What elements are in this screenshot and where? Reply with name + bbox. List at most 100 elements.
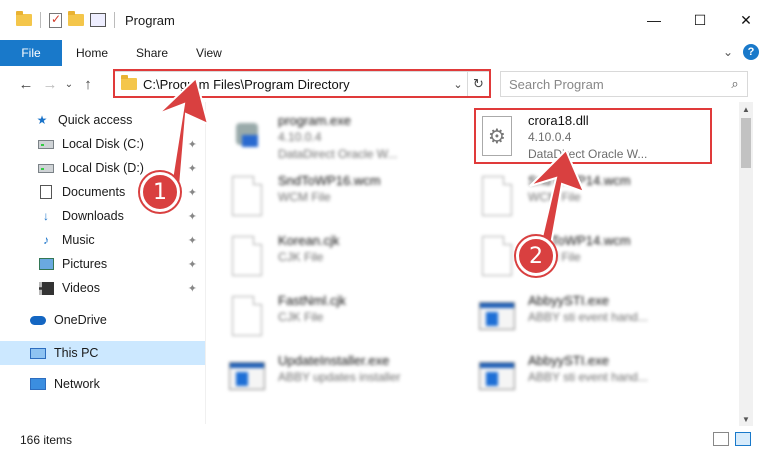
navigation-bar: ← → ⌄ ↑ C:\Program Files\Program Directo… bbox=[0, 66, 769, 102]
file-item[interactable]: Korean.cjk CJK File bbox=[226, 228, 476, 286]
close-button[interactable]: ✕ bbox=[723, 0, 769, 40]
file-description: ABBY sti event hand... bbox=[528, 370, 648, 384]
address-bar[interactable]: C:\Program Files\Program Directory ⌄ ↻ bbox=[114, 71, 490, 97]
window-title: Program bbox=[125, 12, 175, 28]
search-box[interactable]: Search Program ⌕ bbox=[500, 71, 748, 97]
sidebar-item-downloads[interactable]: ↓ Downloads ✦ bbox=[0, 204, 205, 228]
expand-ribbon-icon[interactable]: ⌄ bbox=[723, 45, 733, 59]
sidebar-item-label: This PC bbox=[54, 346, 99, 360]
maximize-button[interactable]: ☐ bbox=[677, 0, 723, 40]
folder-icon[interactable] bbox=[16, 11, 32, 26]
sidebar-item-videos[interactable]: Videos ✦ bbox=[0, 276, 205, 300]
refresh-button[interactable]: ↻ bbox=[467, 72, 489, 96]
sidebar-item-onedrive[interactable]: OneDrive bbox=[0, 308, 205, 332]
pin-icon[interactable]: ✦ bbox=[188, 258, 197, 271]
recent-locations-button[interactable]: ⌄ bbox=[62, 79, 76, 90]
up-button[interactable]: ↑ bbox=[76, 76, 100, 93]
quick-access-toolbar bbox=[0, 11, 117, 28]
search-icon[interactable]: ⌕ bbox=[723, 76, 747, 92]
sidebar-item-pictures[interactable]: Pictures ✦ bbox=[0, 252, 205, 276]
onedrive-icon bbox=[30, 313, 46, 327]
file-list: program.exe 4.10.0.4 DataDirect Oracle W… bbox=[214, 102, 738, 426]
file-name: UpdateInstaller.exe bbox=[278, 353, 390, 368]
minimize-button[interactable]: — bbox=[631, 0, 677, 40]
title-bar: Program — ☐ ✕ bbox=[0, 0, 769, 40]
file-description: ABBY sti event hand... bbox=[528, 310, 648, 324]
details-view-icon[interactable] bbox=[713, 432, 729, 446]
status-bar: 166 items bbox=[0, 428, 769, 452]
sidebar-item-local-disk-d[interactable]: Local Disk (D:) ✦ bbox=[0, 156, 205, 180]
file-item[interactable]: SndToWP16.wcm WCM File bbox=[226, 168, 476, 226]
forward-button[interactable]: → bbox=[38, 76, 62, 93]
app-icon bbox=[476, 352, 518, 400]
pin-icon[interactable]: ✦ bbox=[188, 186, 197, 199]
chevron-down-icon[interactable]: ⌄ bbox=[449, 78, 467, 91]
file-item[interactable]: FastNml.cjk CJK File bbox=[226, 288, 476, 346]
pin-icon[interactable]: ✦ bbox=[188, 234, 197, 247]
pane-divider[interactable] bbox=[205, 102, 206, 424]
file-name: SndToWP16.wcm bbox=[278, 173, 381, 188]
file-item[interactable]: SndToWP14.wcm WCM File bbox=[476, 228, 726, 286]
scroll-thumb[interactable] bbox=[741, 118, 751, 168]
this-pc-icon bbox=[30, 346, 46, 360]
file-type: CJK File bbox=[278, 250, 324, 264]
file-description: DataDirect Oracle W... bbox=[278, 147, 398, 161]
dll-gear-icon: ⚙ bbox=[476, 112, 518, 160]
tab-view[interactable]: View bbox=[182, 40, 236, 66]
new-folder-icon[interactable] bbox=[68, 11, 84, 26]
back-button[interactable]: ← bbox=[14, 76, 38, 93]
address-path[interactable]: C:\Program Files\Program Directory bbox=[143, 77, 449, 92]
sidebar-item-this-pc[interactable]: This PC bbox=[0, 341, 205, 365]
sidebar-item-label: Documents bbox=[62, 185, 126, 199]
file-item[interactable]: AbbyySTI.exe ABBY sti event hand... bbox=[476, 288, 726, 346]
ribbon: File Home Share View ⌄ ? bbox=[0, 40, 769, 66]
search-input[interactable]: Search Program bbox=[509, 77, 723, 92]
view-buttons bbox=[713, 432, 751, 446]
customize-toolbar-icon[interactable] bbox=[90, 13, 106, 27]
sidebar-item-label: Pictures bbox=[62, 257, 108, 271]
navigation-pane: ★ Quick access Local Disk (C:) ✦ Local D… bbox=[0, 104, 205, 426]
file-icon bbox=[226, 172, 268, 220]
file-item-crora18-dll[interactable]: ⚙ crora18.dll 4.10.0.4 DataDirect Oracle… bbox=[476, 108, 726, 166]
tiles-view-icon[interactable] bbox=[735, 432, 751, 446]
network-icon bbox=[30, 377, 46, 391]
sidebar-item-label: Local Disk (C:) bbox=[62, 137, 144, 151]
vertical-scrollbar[interactable]: ▲ ▼ bbox=[739, 102, 753, 426]
file-name: crora18.dll bbox=[528, 113, 589, 128]
documents-icon bbox=[38, 185, 54, 199]
tab-share[interactable]: Share bbox=[122, 40, 182, 66]
file-version: 4.10.0.4 bbox=[278, 130, 322, 144]
tab-file[interactable]: File bbox=[0, 40, 62, 66]
sidebar-item-quick-access[interactable]: ★ Quick access bbox=[0, 108, 205, 132]
window-controls: — ☐ ✕ bbox=[631, 0, 769, 40]
file-name: SndToWP14.wcm bbox=[528, 173, 631, 188]
help-icon[interactable]: ? bbox=[743, 44, 759, 60]
tab-home[interactable]: Home bbox=[62, 40, 122, 66]
file-item[interactable]: SndToWP14.wcm WCM File bbox=[476, 168, 726, 226]
scroll-up-icon[interactable]: ▲ bbox=[739, 102, 753, 116]
file-name: AbbyySTI.exe bbox=[528, 353, 609, 368]
file-type: CJK File bbox=[278, 310, 324, 324]
sidebar-item-music[interactable]: ♪ Music ✦ bbox=[0, 228, 205, 252]
sidebar-item-network[interactable]: Network bbox=[0, 372, 205, 396]
file-name: program.exe bbox=[278, 113, 351, 128]
sidebar-item-local-disk-c[interactable]: Local Disk (C:) ✦ bbox=[0, 132, 205, 156]
pin-icon[interactable]: ✦ bbox=[188, 138, 197, 151]
sidebar-item-label: Music bbox=[62, 233, 95, 247]
file-item[interactable]: UpdateInstaller.exe ABBY updates install… bbox=[226, 348, 476, 406]
pin-icon[interactable]: ✦ bbox=[188, 282, 197, 295]
exe-icon bbox=[226, 112, 268, 160]
separator bbox=[114, 12, 115, 28]
properties-check-icon[interactable] bbox=[49, 12, 62, 28]
pin-icon[interactable]: ✦ bbox=[188, 210, 197, 223]
file-item[interactable]: AbbyySTI.exe ABBY sti event hand... bbox=[476, 348, 726, 406]
file-icon bbox=[476, 172, 518, 220]
file-name: AbbyySTI.exe bbox=[528, 293, 609, 308]
ribbon-right-controls: ⌄ ? bbox=[723, 44, 759, 60]
scroll-down-icon[interactable]: ▼ bbox=[739, 412, 753, 426]
app-icon bbox=[476, 292, 518, 340]
file-name: FastNml.cjk bbox=[278, 293, 346, 308]
pin-icon[interactable]: ✦ bbox=[188, 162, 197, 175]
file-item[interactable]: program.exe 4.10.0.4 DataDirect Oracle W… bbox=[226, 108, 476, 166]
file-version: 4.10.0.4 bbox=[528, 130, 572, 144]
